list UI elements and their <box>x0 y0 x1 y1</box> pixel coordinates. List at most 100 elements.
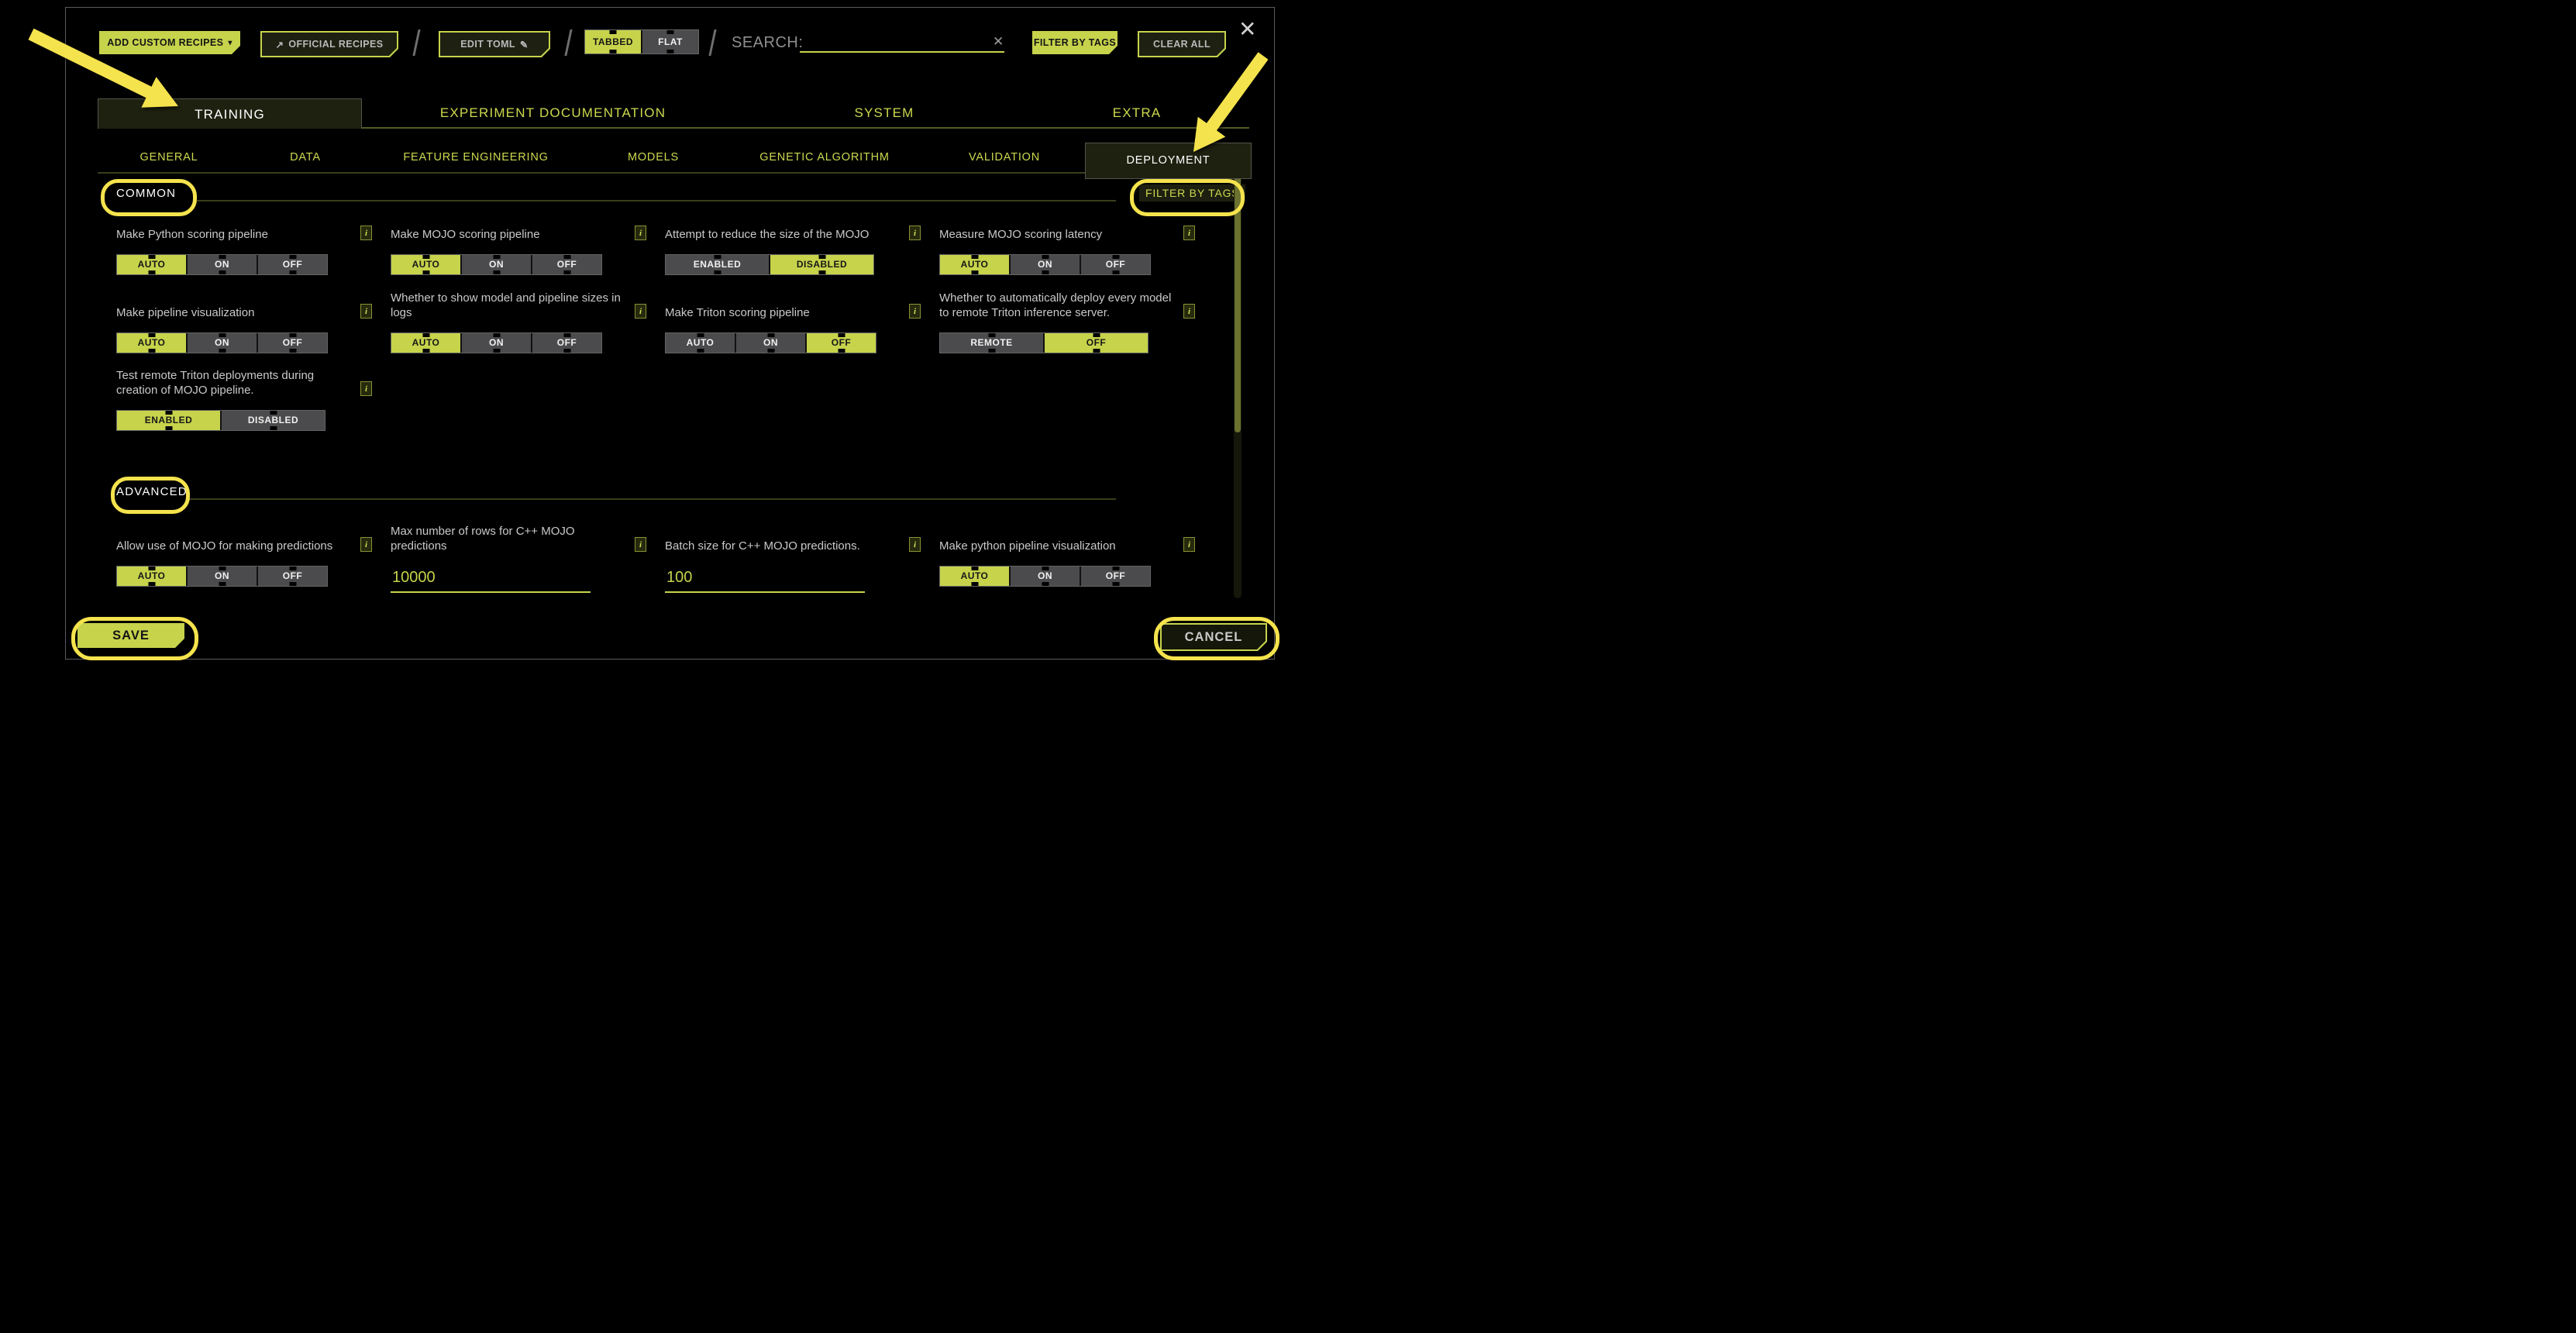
official-recipes-button[interactable]: ↗ OFFICIAL RECIPES <box>260 31 398 57</box>
view-toggle-tabbed[interactable]: TABBED <box>585 30 641 53</box>
edit-toml-button[interactable]: EDIT TOML ✎ <box>439 31 550 57</box>
setting-attempt-to-reduce-the-size-of-the-mojo: Attempt to reduce the size of the MOJO i E… <box>665 219 921 275</box>
toggle-group: ENABLEDDISABLED <box>116 410 325 431</box>
setting-input[interactable] <box>391 566 591 593</box>
info-icon[interactable]: i <box>635 537 646 552</box>
toggle-option-disabled[interactable]: DISABLED <box>220 411 325 430</box>
setting-label: Make Triton scoring pipeline <box>665 305 901 320</box>
toggle-option-disabled[interactable]: DISABLED <box>769 255 873 274</box>
main-tab-training[interactable]: TRAINING <box>98 98 362 129</box>
sub-tab-genetic-algorithm[interactable]: GENETIC ALGORITHM <box>725 143 924 179</box>
sub-tab-bar: GENERALDATAFEATURE ENGINEERINGMODELSGENE… <box>98 143 1252 174</box>
search-clear-icon[interactable]: ✕ <box>993 34 1004 50</box>
sub-tab-feature-engineering[interactable]: FEATURE ENGINEERING <box>370 143 581 179</box>
info-icon[interactable]: i <box>1183 304 1195 319</box>
filter-by-tags-button[interactable]: FILTER BY TAGS <box>1032 31 1118 54</box>
toggle-option-on[interactable]: ON <box>186 567 257 586</box>
toggle-option-on[interactable]: ON <box>1009 255 1080 274</box>
sub-tab-general[interactable]: GENERAL <box>98 143 240 179</box>
toggle-option-off[interactable]: OFF <box>1043 333 1148 353</box>
info-icon[interactable]: i <box>1183 537 1195 552</box>
toggle-option-auto[interactable]: AUTO <box>666 333 735 353</box>
setting-test-remote-triton-deployments-during-cr: Test remote Triton deployments during cr… <box>116 361 372 431</box>
toggle-option-auto[interactable]: AUTO <box>940 255 1009 274</box>
setting-whether-to-automatically-deploy-every-mo: Whether to automatically deploy every mo… <box>939 284 1195 353</box>
toggle-option-on[interactable]: ON <box>460 333 531 353</box>
main-tab-system[interactable]: SYSTEM <box>744 98 1025 129</box>
info-icon[interactable]: i <box>360 304 372 319</box>
toggle-option-off[interactable]: OFF <box>531 255 601 274</box>
setting-batch-size-for-c-mojo-predictions: Batch size for C++ MOJO predictions. i <box>665 517 921 593</box>
toggle-option-auto[interactable]: AUTO <box>117 333 186 353</box>
setting-label: Attempt to reduce the size of the MOJO <box>665 227 901 242</box>
main-tab-bar: TRAININGEXPERIMENT DOCUMENTATIONSYSTEMEX… <box>98 98 1249 129</box>
sub-tab-deployment[interactable]: DEPLOYMENT <box>1085 143 1252 179</box>
setting-label: Make MOJO scoring pipeline <box>391 227 627 242</box>
toggle-group: AUTOONOFF <box>391 254 602 275</box>
toggle-option-off[interactable]: OFF <box>1080 567 1150 586</box>
setting-label: Measure MOJO scoring latency <box>939 227 1176 242</box>
toggle-option-off[interactable]: OFF <box>531 333 601 353</box>
toggle-option-off[interactable]: OFF <box>1080 255 1150 274</box>
setting-allow-use-of-mojo-for-making-predictions: Allow use of MOJO for making predictions… <box>116 517 372 593</box>
search-input[interactable] <box>800 33 1004 53</box>
toggle-option-off[interactable]: OFF <box>257 255 327 274</box>
view-toggle-flat[interactable]: FLAT <box>641 30 698 53</box>
toggle-option-auto[interactable]: AUTO <box>117 255 186 274</box>
info-icon[interactable]: i <box>1183 226 1195 240</box>
toggle-option-auto[interactable]: AUTO <box>391 333 460 353</box>
scrollbar-track[interactable] <box>1234 169 1242 598</box>
save-button[interactable]: SAVE <box>77 623 184 648</box>
advanced-section-title: ADVANCED <box>116 485 188 498</box>
cancel-button-label: CANCEL <box>1185 630 1243 645</box>
settings-row: Allow use of MOJO for making predictions… <box>116 517 1214 593</box>
info-icon[interactable]: i <box>635 304 646 319</box>
filter-by-tags-link[interactable]: FILTER BY TAGS <box>1139 184 1245 202</box>
toggle-option-auto[interactable]: AUTO <box>940 567 1009 586</box>
setting-label: Make pipeline visualization <box>116 305 353 320</box>
setting-whether-to-show-model-and-pipeline-sizes: Whether to show model and pipeline sizes… <box>391 284 646 353</box>
toggle-option-off[interactable]: OFF <box>257 333 327 353</box>
toggle-option-on[interactable]: ON <box>1009 567 1080 586</box>
info-icon[interactable]: i <box>360 226 372 240</box>
chevron-down-icon: ▾ <box>228 39 232 47</box>
toggle-option-enabled[interactable]: ENABLED <box>117 411 220 430</box>
clear-all-button[interactable]: CLEAR ALL <box>1138 31 1226 57</box>
info-icon[interactable]: i <box>360 381 372 396</box>
toggle-group: AUTOONOFF <box>939 254 1151 275</box>
toggle-option-off[interactable]: OFF <box>805 333 876 353</box>
main-tab-experiment-documentation[interactable]: EXPERIMENT DOCUMENTATION <box>362 98 744 129</box>
info-icon[interactable]: i <box>909 537 921 552</box>
toggle-option-auto[interactable]: AUTO <box>391 255 460 274</box>
setting-label: Batch size for C++ MOJO predictions. <box>665 539 901 553</box>
sub-tab-models[interactable]: MODELS <box>581 143 725 179</box>
toggle-group: AUTOONOFF <box>391 332 602 353</box>
sub-tab-data[interactable]: DATA <box>240 143 370 179</box>
external-link-icon: ↗ <box>275 39 284 50</box>
toggle-option-on[interactable]: ON <box>186 333 257 353</box>
info-icon[interactable]: i <box>909 304 921 319</box>
close-icon[interactable]: ✕ <box>1238 19 1256 40</box>
toggle-option-enabled[interactable]: ENABLED <box>666 255 769 274</box>
scrollbar-thumb[interactable] <box>1235 172 1241 432</box>
setting-label: Whether to automatically deploy every mo… <box>939 291 1176 320</box>
setting-make-python-scoring-pipeline: Make Python scoring pipelineiAUTOONOFF <box>116 219 372 275</box>
toggle-option-remote[interactable]: REMOTE <box>940 333 1043 353</box>
setting-input[interactable] <box>665 566 865 593</box>
sub-tab-validation[interactable]: VALIDATION <box>924 143 1085 179</box>
toggle-option-off[interactable]: OFF <box>257 567 327 586</box>
toggle-option-on[interactable]: ON <box>460 255 531 274</box>
cancel-button[interactable]: CANCEL <box>1160 623 1267 651</box>
setting-label: Make python pipeline visualization <box>939 539 1176 553</box>
setting-measure-mojo-scoring-latency: Measure MOJO scoring latency i AUTOONOFF <box>939 219 1195 275</box>
toggle-option-on[interactable]: ON <box>735 333 805 353</box>
info-icon[interactable]: i <box>360 537 372 552</box>
section-divider <box>188 498 1116 500</box>
main-tab-extra[interactable]: EXTRA <box>1025 98 1249 129</box>
toggle-option-on[interactable]: ON <box>186 255 257 274</box>
toggle-option-auto[interactable]: AUTO <box>117 567 186 586</box>
info-icon[interactable]: i <box>635 226 646 240</box>
add-custom-recipes-button[interactable]: ADD CUSTOM RECIPES ▾ <box>99 31 240 54</box>
official-recipes-label: OFFICIAL RECIPES <box>288 39 383 50</box>
info-icon[interactable]: i <box>909 226 921 240</box>
